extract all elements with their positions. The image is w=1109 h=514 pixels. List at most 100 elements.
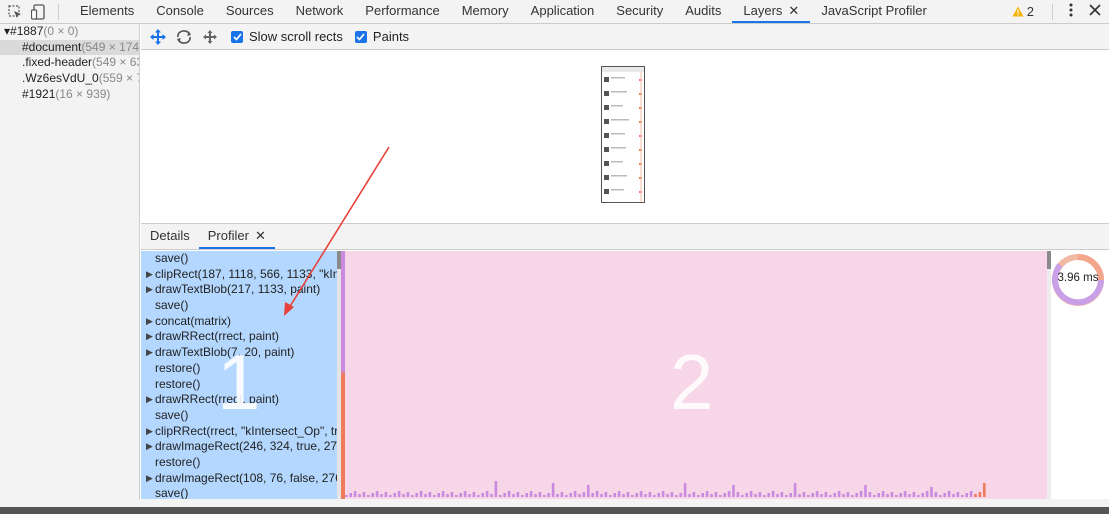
reset-transform-icon[interactable] (201, 28, 219, 46)
timeline-bar[interactable] (851, 495, 854, 497)
timeline-bar[interactable] (494, 481, 498, 497)
timeline-bar[interactable] (560, 492, 564, 497)
tab-layers[interactable]: Layers ✕ (732, 0, 811, 23)
timeline-bar[interactable] (600, 494, 603, 497)
timeline-bar[interactable] (507, 491, 511, 497)
timeline-bar[interactable] (771, 491, 775, 497)
timeline-bar[interactable] (644, 494, 647, 497)
timeline-bar[interactable] (952, 494, 955, 497)
warnings-counter[interactable]: 2 (1012, 4, 1034, 19)
close-tab-icon[interactable]: ✕ (255, 228, 266, 243)
inspect-element-icon[interactable] (7, 4, 23, 20)
device-toolbar-icon[interactable] (30, 3, 46, 20)
timeline-bar[interactable] (604, 492, 608, 497)
timeline-bar[interactable] (437, 493, 440, 497)
timeline-bar[interactable] (613, 493, 616, 497)
timeline-bar[interactable] (402, 494, 405, 497)
timeline-bar[interactable] (877, 493, 880, 497)
timeline-bar[interactable] (367, 495, 370, 497)
timeline-bar[interactable] (965, 493, 968, 497)
timeline-bar[interactable] (371, 493, 374, 497)
timeline-bar[interactable] (415, 493, 418, 497)
timeline-bar[interactable] (833, 493, 836, 497)
expand-triangle-icon[interactable]: ▶ (146, 424, 153, 440)
timeline-bar[interactable] (719, 495, 722, 497)
timeline-bar[interactable] (631, 495, 634, 497)
timeline-bar[interactable] (961, 495, 964, 497)
timeline-bar[interactable] (688, 494, 691, 497)
timeline-bar[interactable] (389, 495, 392, 497)
timeline-bar[interactable] (714, 492, 718, 497)
paint-command-row[interactable]: ▶ drawImageRect(246, 324, true, 276) (141, 439, 337, 455)
timeline-bar[interactable] (701, 493, 704, 497)
timeline-bar[interactable] (499, 495, 502, 497)
paint-command-row[interactable]: save() (141, 486, 337, 499)
timeline-bar[interactable] (956, 492, 960, 497)
timeline-bar[interactable] (362, 492, 366, 497)
timeline-bar[interactable] (793, 483, 797, 497)
timeline-bar[interactable] (983, 483, 986, 497)
timeline-bar[interactable] (697, 495, 700, 497)
timeline-bar[interactable] (939, 495, 942, 497)
tab-profiler[interactable]: Profiler ✕ (198, 224, 275, 249)
timeline-bar[interactable] (463, 491, 467, 497)
timeline-bar[interactable] (802, 492, 806, 497)
timeline-bar[interactable] (912, 492, 916, 497)
timeline-bar[interactable] (908, 494, 911, 497)
tree-item-root[interactable]: ▾#1887(0 × 0) (0, 24, 139, 40)
pan-mode-icon[interactable] (149, 28, 167, 46)
timeline-bar[interactable] (393, 493, 396, 497)
timeline-bar[interactable] (741, 495, 744, 497)
tab-elements[interactable]: Elements (69, 0, 145, 23)
timeline-bar[interactable] (859, 491, 863, 497)
timeline-bar[interactable] (666, 494, 669, 497)
timeline-bar[interactable] (732, 485, 735, 497)
timeline-bar[interactable] (921, 493, 924, 497)
timeline-bar[interactable] (842, 494, 845, 497)
paints-checkbox[interactable]: Paints (354, 29, 409, 44)
timeline-bar[interactable] (811, 493, 814, 497)
timeline-bar[interactable] (411, 495, 414, 497)
timeline-bar[interactable] (609, 495, 612, 497)
timeline-bar[interactable] (419, 491, 423, 497)
checkbox-checked-icon[interactable] (231, 30, 243, 43)
paint-command-row[interactable]: ▶ drawImageRect(108, 76, false, 276) (141, 471, 337, 487)
timeline-bar[interactable] (727, 491, 731, 497)
timeline-bar[interactable] (468, 494, 471, 497)
timeline-bar[interactable] (969, 491, 973, 497)
paint-command-row[interactable]: restore() (141, 455, 337, 471)
paint-command-row[interactable]: save() (141, 251, 337, 267)
timeline-bar[interactable] (626, 492, 630, 497)
timeline-bar[interactable] (930, 487, 933, 497)
close-tab-icon[interactable]: ✕ (788, 3, 799, 18)
rotate-mode-icon[interactable] (175, 28, 193, 46)
paint-command-row[interactable]: save() (141, 298, 337, 314)
timeline-bar[interactable] (749, 491, 753, 497)
timeline-bar[interactable] (595, 491, 599, 497)
timeline-bar[interactable] (591, 493, 594, 497)
timeline-bar[interactable] (763, 495, 766, 497)
timeline-bar[interactable] (384, 492, 388, 497)
timeline-bar[interactable] (459, 493, 462, 497)
timeline-bar[interactable] (349, 493, 352, 497)
expand-triangle-icon[interactable]: ▶ (146, 282, 153, 298)
timeline-bar[interactable] (516, 492, 520, 497)
expand-triangle-icon[interactable]: ▶ (146, 471, 153, 487)
timeline-bar[interactable] (648, 492, 652, 497)
timeline-bar[interactable] (521, 495, 524, 497)
timeline-bar[interactable] (503, 493, 506, 497)
timeline-bar[interactable] (846, 492, 850, 497)
timeline-bar[interactable] (345, 495, 348, 497)
timeline-bar[interactable] (824, 492, 828, 497)
timeline-bar[interactable] (864, 485, 867, 497)
tab-memory[interactable]: Memory (451, 0, 520, 23)
timeline-bar[interactable] (512, 494, 515, 497)
tree-item-document[interactable]: #document(549 × 1745) (0, 39, 139, 56)
timeline-bar[interactable] (974, 494, 977, 497)
timeline-bar[interactable] (657, 493, 660, 497)
timeline-bar[interactable] (639, 491, 643, 497)
checkbox-checked-icon[interactable] (354, 30, 367, 43)
timeline-bar[interactable] (754, 494, 757, 497)
layers-3d-view[interactable] (141, 50, 1109, 224)
paint-command-row[interactable]: ▶ concat(matrix) (141, 314, 337, 330)
